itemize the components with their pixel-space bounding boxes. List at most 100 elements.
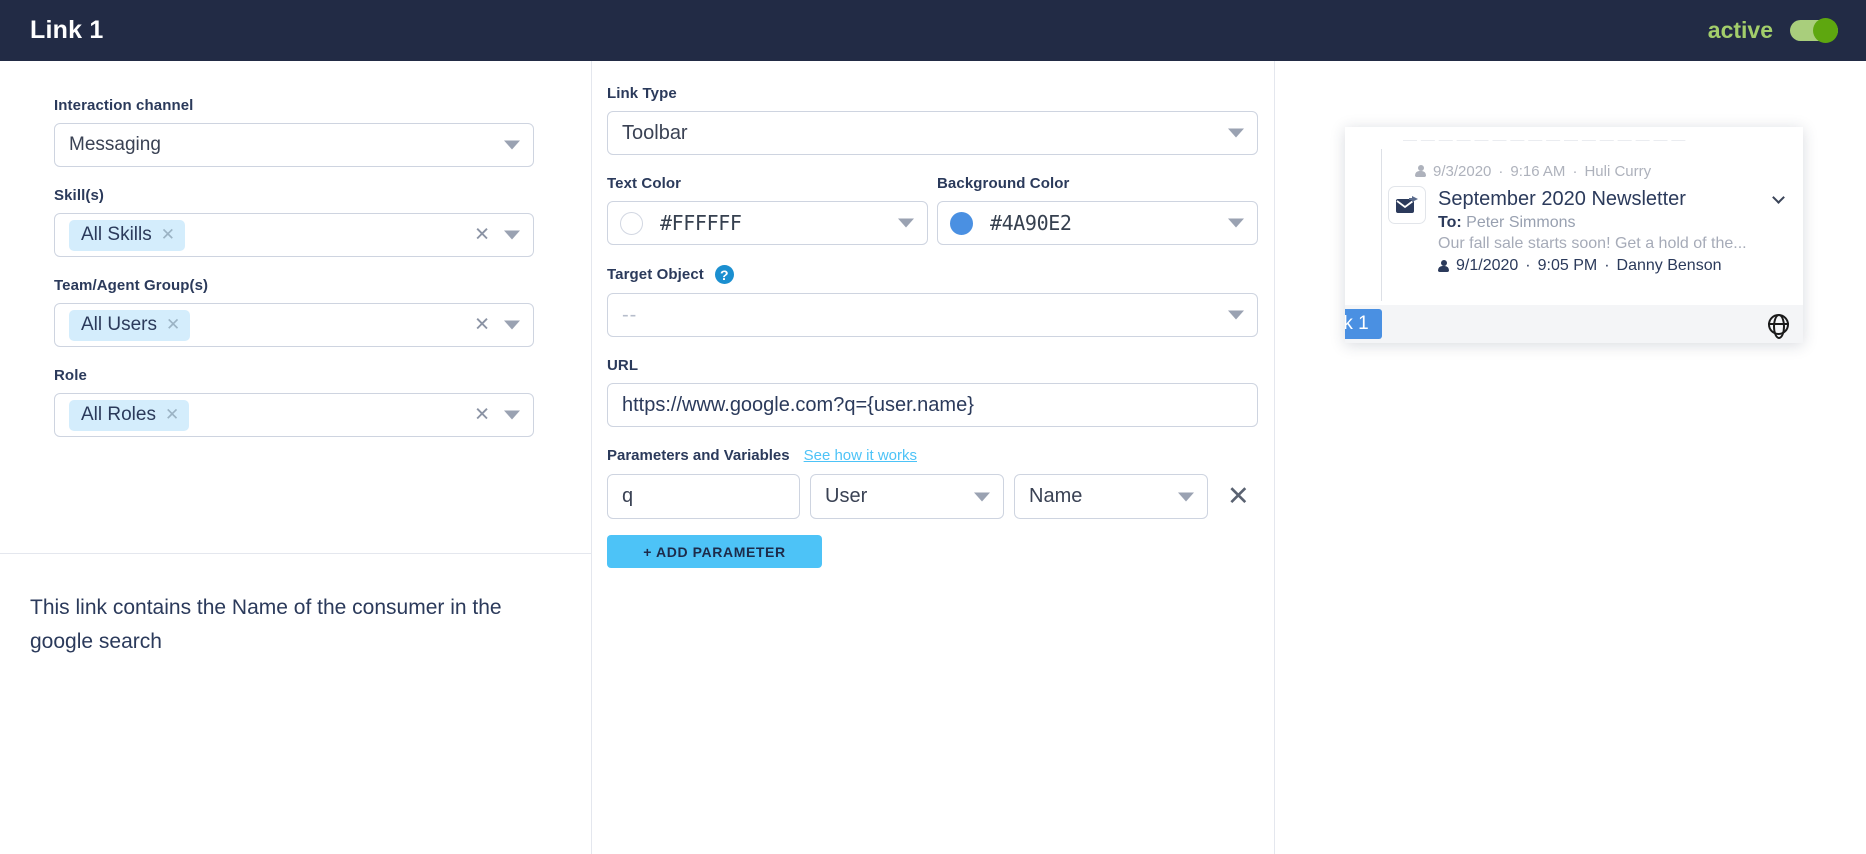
meta-separator: · <box>1525 257 1531 274</box>
background-color-value: #4A90E2 <box>990 211 1072 235</box>
field-target-object: Target Object ? -- <box>607 265 1274 337</box>
preview-toolbar: Link 1 <box>1345 305 1803 343</box>
envelope-icon <box>1388 186 1426 224</box>
globe-icon[interactable] <box>1768 313 1789 335</box>
person-icon <box>1415 165 1426 178</box>
see-how-it-works-link[interactable]: See how it works <box>804 447 917 464</box>
chevron-down-icon[interactable] <box>504 230 520 240</box>
background-color-select[interactable]: #4A90E2 <box>937 201 1258 245</box>
clear-icon[interactable]: ✕ <box>474 406 490 425</box>
role-label: Role <box>54 367 87 384</box>
close-icon[interactable]: ✕ <box>161 226 175 243</box>
entry-meta-bottom: 9/1/2020 · 9:05 PM · Danny Benson <box>1438 257 1787 275</box>
chevron-down-icon[interactable] <box>974 492 990 501</box>
chip-label: All Skills <box>81 223 152 245</box>
team-agent-groups-multiselect[interactable]: All Users ✕ ✕ <box>54 303 534 347</box>
section-parameters: Parameters and Variables See how it work… <box>607 447 1274 568</box>
link-type-value: Toolbar <box>622 121 688 144</box>
chevron-down-icon[interactable] <box>1228 218 1244 228</box>
chevron-down-icon[interactable] <box>1228 128 1244 138</box>
url-label: URL <box>607 357 639 374</box>
clear-icon[interactable]: ✕ <box>474 316 490 335</box>
parameter-attribute-select[interactable]: Name <box>1014 474 1208 519</box>
entry-user: Danny Benson <box>1616 257 1722 274</box>
entry-date: 9/3/2020 <box>1433 163 1492 180</box>
link-type-label: Link Type <box>607 85 677 102</box>
remove-parameter-icon[interactable]: ✕ <box>1227 483 1250 510</box>
timeline-divider <box>1381 149 1382 301</box>
target-object-label-text: Target Object <box>607 266 704 283</box>
entry-date: 9/1/2020 <box>1456 257 1519 274</box>
color-swatch-icon <box>950 211 973 235</box>
close-icon[interactable]: ✕ <box>165 406 179 423</box>
interaction-channel-select[interactable]: Messaging <box>54 123 534 167</box>
entry-time: 9:16 AM <box>1510 163 1566 180</box>
text-color-group: #FFFFFF <box>607 201 928 245</box>
parameter-row: q User Name ✕ <box>607 474 1274 519</box>
message-block: September 2020 Newsletter To: Peter Simm… <box>1371 186 1787 275</box>
message-to-label: To: <box>1438 214 1462 231</box>
color-swatch-icon <box>620 211 643 235</box>
color-labels-row: Text Color Background Color <box>607 175 1274 201</box>
page-title: Link 1 <box>30 16 104 44</box>
team-agent-groups-label: Team/Agent Group(s) <box>54 277 209 294</box>
preview-faded-header: — — — — — — — — — — — — — — — — <box>1403 131 1686 147</box>
entry-time: 9:05 PM <box>1537 257 1598 274</box>
link-badge[interactable]: Link 1 <box>1345 309 1382 339</box>
chip-all-users[interactable]: All Users ✕ <box>69 309 191 341</box>
message-recipient: To: Peter Simmons <box>1438 214 1787 232</box>
parameters-title: Parameters and Variables <box>607 447 790 464</box>
chevron-down-icon[interactable] <box>1772 190 1785 204</box>
message-snippet: Our fall sale starts soon! Get a hold of… <box>1438 235 1747 252</box>
entry-meta-top: 9/3/2020 · 9:16 AM · Huli Curry <box>1371 163 1787 180</box>
link-config-panel: Link Type Toolbar Text Color Background … <box>592 61 1275 854</box>
link-description: This link contains the Name of the consu… <box>30 596 502 653</box>
background-color-label: Background Color <box>937 175 1070 192</box>
target-object-label: Target Object ? <box>607 265 1274 284</box>
skills-multiselect[interactable]: All Skills ✕ ✕ <box>54 213 534 257</box>
message-title-row: September 2020 Newsletter <box>1438 186 1787 212</box>
chip-all-skills[interactable]: All Skills ✕ <box>69 219 185 251</box>
entry-user: Huli Curry <box>1584 163 1652 180</box>
text-color-select[interactable]: #FFFFFF <box>607 201 928 245</box>
field-role: Role All Roles ✕ ✕ <box>54 367 591 437</box>
person-icon <box>1438 259 1449 273</box>
parameter-object-value: User <box>825 485 868 507</box>
target-object-placeholder: -- <box>622 303 638 326</box>
field-colors: Text Color Background Color #FFFFFF #4A9… <box>607 175 1274 245</box>
status-label: active <box>1707 17 1773 43</box>
panel-divider <box>0 553 592 554</box>
chevron-down-icon[interactable] <box>504 410 520 420</box>
chip-label: All Users <box>81 313 158 335</box>
chevron-down-icon[interactable] <box>1178 492 1194 501</box>
interaction-channel-label: Interaction channel <box>54 97 194 114</box>
link-type-select[interactable]: Toolbar <box>607 111 1258 155</box>
preview-content: 9/3/2020 · 9:16 AM · Huli Curry Septembe… <box>1345 149 1803 301</box>
parameter-object-select[interactable]: User <box>810 474 1004 519</box>
url-input[interactable]: https://www.google.com?q={user.name} <box>607 383 1258 427</box>
page-body: Interaction channel Messaging Skill(s) A… <box>0 61 1866 854</box>
chevron-down-icon[interactable] <box>504 320 520 330</box>
target-object-select[interactable]: -- <box>607 293 1258 337</box>
chevron-down-icon[interactable] <box>504 140 520 150</box>
field-skills: Skill(s) All Skills ✕ ✕ <box>54 187 591 257</box>
message-title: September 2020 Newsletter <box>1438 188 1686 210</box>
meta-separator: · <box>1604 257 1610 274</box>
help-icon[interactable]: ? <box>714 265 734 284</box>
clear-icon[interactable]: ✕ <box>474 226 490 245</box>
chevron-down-icon[interactable] <box>1228 310 1244 320</box>
add-parameter-button[interactable]: + ADD PARAMETER <box>607 535 822 568</box>
chip-label: All Roles <box>81 403 156 425</box>
field-link-type: Link Type Toolbar <box>607 85 1274 155</box>
field-interaction-channel: Interaction channel Messaging <box>54 97 591 167</box>
close-icon[interactable]: ✕ <box>166 316 180 333</box>
targeting-panel: Interaction channel Messaging Skill(s) A… <box>0 61 592 854</box>
active-toggle[interactable] <box>1790 18 1838 43</box>
parameter-key-input[interactable]: q <box>607 474 800 519</box>
chevron-down-icon[interactable] <box>898 218 914 228</box>
meta-separator: · <box>1572 163 1578 180</box>
preview-card: — — — — — — — — — — — — — — — — 9/3/2020… <box>1345 127 1803 343</box>
role-multiselect[interactable]: All Roles ✕ ✕ <box>54 393 534 437</box>
preview-panel: — — — — — — — — — — — — — — — — 9/3/2020… <box>1275 61 1866 854</box>
chip-all-roles[interactable]: All Roles ✕ <box>69 399 190 431</box>
